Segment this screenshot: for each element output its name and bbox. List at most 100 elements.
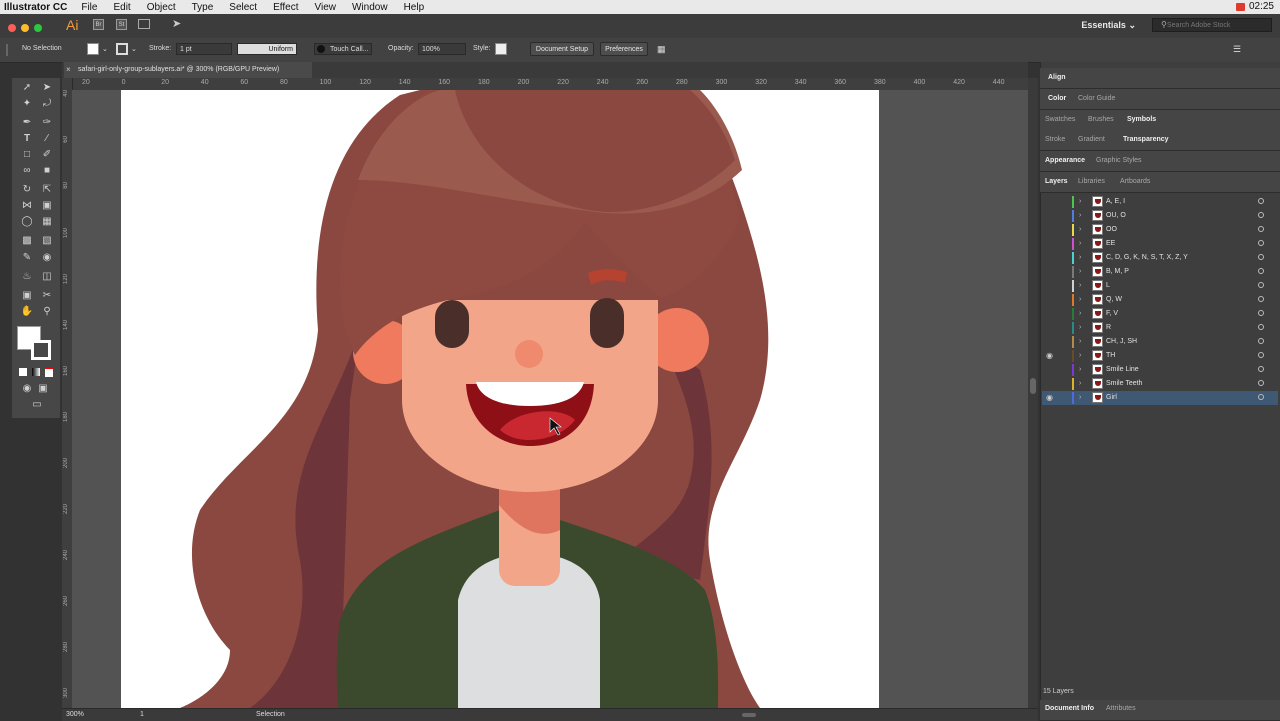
tab-align[interactable]: Align (1048, 74, 1066, 81)
selection-tool-icon[interactable]: ➚ (20, 81, 34, 95)
paintbrush-tool-icon[interactable]: ✐ (40, 148, 54, 162)
target-circle-icon[interactable] (1258, 198, 1264, 204)
layer-row[interactable]: › EE (1042, 237, 1278, 251)
chevron-right-icon[interactable]: › (1079, 349, 1081, 363)
layer-row[interactable]: › L (1042, 279, 1278, 293)
tab-symbols[interactable]: Symbols (1127, 116, 1156, 123)
chevron-down-icon[interactable]: ⌄ (102, 45, 108, 53)
layer-row[interactable]: › CH, J, SH (1042, 335, 1278, 349)
tab-color[interactable]: Color (1048, 95, 1066, 102)
menu-edit[interactable]: Edit (113, 2, 130, 13)
tab-attributes[interactable]: Attributes (1106, 705, 1136, 712)
target-circle-icon[interactable] (1258, 296, 1264, 302)
chevron-right-icon[interactable]: › (1079, 223, 1081, 237)
color-mode-icon[interactable] (19, 368, 27, 376)
menu-type[interactable]: Type (192, 2, 214, 13)
layer-row[interactable]: › OU, O (1042, 209, 1278, 223)
tab-layers[interactable]: Layers (1045, 178, 1068, 185)
chevron-right-icon[interactable]: › (1079, 209, 1081, 223)
preferences-button[interactable]: Preferences (600, 42, 648, 56)
graphic-style-swatch[interactable] (495, 43, 507, 55)
tab-gradient[interactable]: Gradient (1078, 136, 1105, 143)
stroke-profile-select[interactable]: Uniform (237, 43, 297, 55)
menu-file[interactable]: File (81, 2, 97, 13)
chevron-down-icon[interactable]: ⌄ (131, 45, 137, 53)
chevron-right-icon[interactable]: › (1079, 391, 1081, 405)
tab-stroke[interactable]: Stroke (1045, 136, 1065, 143)
chevron-right-icon[interactable]: › (1079, 335, 1081, 349)
curvature-tool-icon[interactable]: ✑ (40, 116, 54, 130)
zoom-level[interactable]: 300% (66, 711, 84, 718)
chevron-right-icon[interactable]: › (1079, 293, 1081, 307)
menu-help[interactable]: Help (404, 2, 425, 13)
target-circle-icon[interactable] (1258, 310, 1264, 316)
artboard-tool-icon[interactable]: ▣ (20, 289, 34, 303)
target-circle-icon[interactable] (1258, 226, 1264, 232)
scale-tool-icon[interactable]: ⇱ (40, 183, 54, 197)
layer-row[interactable]: › F, V (1042, 307, 1278, 321)
pen-tool-icon[interactable]: ✒ (20, 116, 34, 130)
tab-libraries[interactable]: Libraries (1078, 178, 1105, 185)
target-circle-icon[interactable] (1258, 338, 1264, 344)
target-circle-icon[interactable] (1258, 282, 1264, 288)
zoom-tool-icon[interactable]: ⚲ (40, 305, 54, 319)
chevron-right-icon[interactable]: › (1079, 237, 1081, 251)
app-menu[interactable]: Illustrator CC (4, 2, 67, 13)
layer-row[interactable]: › OO (1042, 223, 1278, 237)
layer-row[interactable]: ◉ › TH (1042, 349, 1278, 363)
chevron-right-icon[interactable]: › (1079, 321, 1081, 335)
close-tab-icon[interactable]: × (66, 65, 71, 74)
target-circle-icon[interactable] (1258, 352, 1264, 358)
shape-builder-tool-icon[interactable]: ◯ (20, 215, 34, 229)
magic-wand-tool-icon[interactable]: ✦ (20, 97, 34, 111)
eye-icon[interactable]: ◉ (1046, 349, 1053, 363)
layer-row[interactable]: › Smile Teeth (1042, 377, 1278, 391)
chevron-right-icon[interactable]: › (1079, 279, 1081, 293)
minimize-window-icon[interactable] (21, 24, 29, 32)
align-options-icon[interactable]: ▦ (657, 44, 666, 55)
free-transform-tool-icon[interactable]: ▣ (40, 199, 54, 213)
close-window-icon[interactable] (8, 24, 16, 32)
stock-icon[interactable]: St (116, 19, 127, 30)
fill-swatch[interactable] (87, 43, 99, 55)
tab-appearance[interactable]: Appearance (1045, 157, 1085, 164)
control-bar-grip[interactable] (6, 44, 8, 56)
zoom-window-icon[interactable] (34, 24, 42, 32)
menu-object[interactable]: Object (147, 2, 176, 13)
stock-search-input[interactable]: Search Adobe Stock (1152, 18, 1272, 32)
symbol-sprayer-tool-icon[interactable]: ♨ (20, 270, 34, 284)
menu-window[interactable]: Window (352, 2, 388, 13)
target-circle-icon[interactable] (1258, 254, 1264, 260)
tab-brushes[interactable]: Brushes (1088, 116, 1114, 123)
tab-color-guide[interactable]: Color Guide (1078, 95, 1115, 102)
hand-tool-icon[interactable]: ✋ (20, 305, 34, 319)
panel-menu-icon[interactable]: ☰ (1233, 44, 1241, 55)
layer-row[interactable]: › R (1042, 321, 1278, 335)
target-circle-icon[interactable] (1258, 240, 1264, 246)
layer-row[interactable]: › B, M, P (1042, 265, 1278, 279)
lasso-tool-icon[interactable]: ⤾ (40, 97, 54, 111)
layer-row[interactable]: ◉ › Girl (1042, 391, 1278, 405)
layer-row[interactable]: › Smile Line (1042, 363, 1278, 377)
chevron-right-icon[interactable]: › (1079, 195, 1081, 209)
target-circle-icon[interactable] (1258, 324, 1264, 330)
column-graph-tool-icon[interactable]: ◫ (40, 270, 54, 284)
stroke-swatch[interactable] (116, 43, 128, 55)
slice-tool-icon[interactable]: ✂ (40, 289, 54, 303)
menu-select[interactable]: Select (229, 2, 257, 13)
rectangle-tool-icon[interactable]: □ (20, 148, 34, 162)
chevron-right-icon[interactable]: › (1079, 251, 1081, 265)
workspace-switcher[interactable]: Essentials ⌄ (1081, 20, 1136, 31)
type-tool-icon[interactable]: T (20, 132, 34, 146)
document-setup-button[interactable]: Document Setup (530, 42, 594, 56)
eye-icon[interactable]: ◉ (1046, 391, 1053, 405)
menu-view[interactable]: View (314, 2, 336, 13)
layer-row[interactable]: › A, E, I (1042, 195, 1278, 209)
mesh-tool-icon[interactable]: ▩ (20, 234, 34, 248)
tab-artboards[interactable]: Artboards (1120, 178, 1150, 185)
gradient-mode-icon[interactable] (32, 368, 40, 376)
tab-swatches[interactable]: Swatches (1045, 116, 1075, 123)
gpu-performance-icon[interactable]: ➤ (172, 17, 181, 30)
tab-graphic-styles[interactable]: Graphic Styles (1096, 157, 1142, 164)
target-circle-icon[interactable] (1258, 366, 1264, 372)
